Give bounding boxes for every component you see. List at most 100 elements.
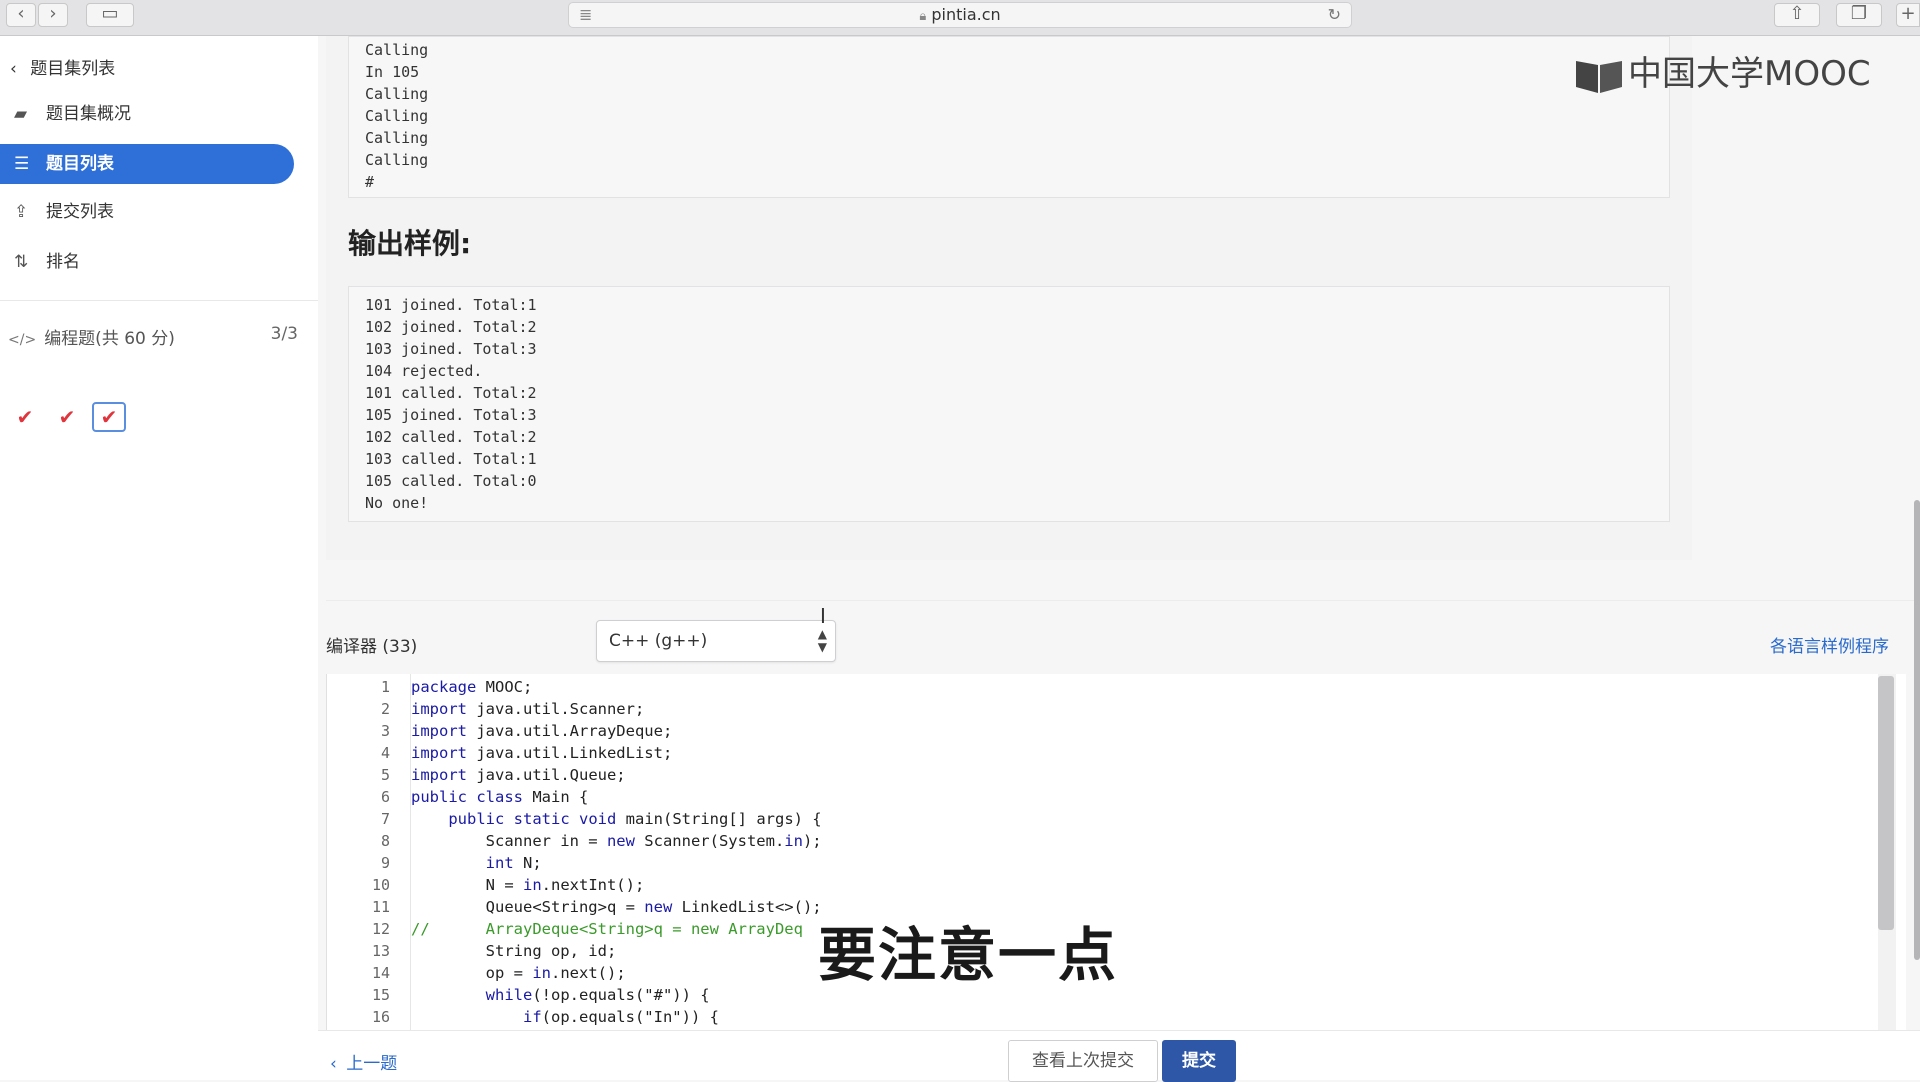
address-bar[interactable]: ≣ 🔒︎ pintia.cn ↻ <box>568 2 1352 28</box>
rank-icon: ⇅ <box>14 252 29 272</box>
submit-button[interactable]: 提交 <box>1162 1040 1236 1082</box>
line-number: 15 <box>371 986 390 1004</box>
section-header-programming[interactable]: </> 编程题(共 60 分) 3/3 <box>8 324 298 349</box>
code-line: int N; <box>485 854 542 872</box>
line-number: 14 <box>371 964 390 982</box>
sidebar-item-label: 提交列表 <box>46 202 114 222</box>
video-subtitle: 要注意一点 <box>817 920 1119 990</box>
code-line: // ArrayDeque<String>q = new ArrayDeq <box>411 920 803 938</box>
problem-3-check-icon[interactable]: ✔ <box>92 402 126 432</box>
line-number: 7 <box>380 810 390 828</box>
output-sample-line: 102 called. Total:2 <box>365 428 537 446</box>
output-sample-line: 103 called. Total:1 <box>365 450 537 468</box>
output-sample-line: 105 called. Total:0 <box>365 472 537 490</box>
code-line: package MOOC; <box>411 678 533 696</box>
line-number: 11 <box>371 898 390 916</box>
line-number: 12 <box>371 920 390 938</box>
lock-icon: 🔒︎ <box>919 9 927 24</box>
compiler-select[interactable]: C++ (g++) ▲ ▼ <box>596 620 836 662</box>
back-icon[interactable]: ‹ <box>6 3 36 27</box>
sidebar-item-problem-list[interactable]: ☰ 题目列表 <box>0 144 294 184</box>
reader-icon[interactable]: ≣ <box>579 3 592 27</box>
output-sample-line: 101 joined. Total:1 <box>365 296 537 314</box>
problem-2-check-icon[interactable]: ✔ <box>50 402 84 432</box>
browser-toolbar: ‹ › ▭ ≣ 🔒︎ pintia.cn ↻ ⇧ ❐ + <box>0 0 1920 36</box>
code-line: Queue<String>q = new LinkedList<>(); <box>411 898 822 916</box>
output-sample-line: 104 rejected. <box>365 362 483 380</box>
input-sample-line: Calling <box>365 85 429 103</box>
code-line: if(op.equals("In")) { <box>522 1008 719 1026</box>
book-icon: ▰ <box>14 104 28 124</box>
output-sample-line: No one! <box>365 494 429 512</box>
input-sample-line: Calling <box>365 129 429 147</box>
sidebar-item-label: 题目列表 <box>46 154 114 174</box>
problem-1-check-icon[interactable]: ✔ <box>8 402 42 432</box>
line-number: 2 <box>380 700 390 718</box>
input-sample-line: Calling <box>365 151 429 169</box>
section-title: 编程题(共 60 分) <box>44 329 175 349</box>
sidebar-item-overview[interactable]: ▰ 题目集概况 <box>0 94 294 134</box>
prev-label: 上一题 <box>346 1054 398 1074</box>
line-number: 9 <box>380 854 390 872</box>
line-number: 6 <box>380 788 390 806</box>
input-sample-line: Calling <box>365 107 429 125</box>
mooc-book-icon <box>1576 60 1622 93</box>
forward-icon[interactable]: › <box>38 3 68 27</box>
code-line: N = in.nextInt(); <box>411 876 645 894</box>
output-sample-line: 105 joined. Total:3 <box>365 406 537 424</box>
back-link-label: 题目集列表 <box>30 59 116 79</box>
code-line: import java.util.ArrayDeque; <box>411 722 673 740</box>
code-line: public class Main { <box>411 788 589 806</box>
sidebar-divider <box>0 300 318 301</box>
section-progress: 3/3 <box>270 324 298 344</box>
code-line: while(!op.equals("#")) { <box>485 986 710 1004</box>
back-to-set-list[interactable]: ‹ 题目集列表 <box>10 54 115 79</box>
code-line: Scanner in = new Scanner(System.in); <box>411 832 822 850</box>
line-number: 13 <box>371 942 390 960</box>
code-line: String op, id; <box>411 942 617 960</box>
output-sample-block: 101 joined. Total:1 102 joined. Total:2 10… <box>348 286 1670 522</box>
mooc-logo: 中国大学MOOC <box>1574 46 1871 95</box>
input-sample-line: In 105 <box>365 63 420 81</box>
output-sample-line: 103 joined. Total:3 <box>365 340 537 358</box>
line-number: 16 <box>371 1008 390 1026</box>
code-line: public static void main(String[] args) { <box>448 810 822 828</box>
view-last-submission-button[interactable]: 查看上次提交 <box>1008 1040 1158 1082</box>
line-number-gutter: 1 2 3 4 5 6 7 8 9 10 11 12 13 14 15 16 <box>327 674 411 1030</box>
sidebar-item-ranking[interactable]: ⇅ 排名 <box>0 242 294 282</box>
input-sample-block: Calling In 105 Calling Calling Calling Callin… <box>348 36 1670 198</box>
line-number: 1 <box>380 678 390 696</box>
list-icon: ☰ <box>14 154 30 174</box>
new-tab-icon[interactable]: + <box>1896 3 1920 27</box>
section-divider <box>326 600 1920 601</box>
sidebar-toggle-icon[interactable]: ▭ <box>86 3 134 27</box>
input-sample-line: Calling <box>365 41 429 59</box>
tabs-icon[interactable]: ❐ <box>1836 3 1882 27</box>
previous-problem-link[interactable]: ‹ 上一题 <box>330 1049 397 1074</box>
code-line: import java.util.LinkedList; <box>411 744 673 762</box>
chevron-left-icon: ‹ <box>10 59 17 79</box>
upload-icon: ⇪ <box>14 202 29 222</box>
page-scrollbar[interactable] <box>1914 500 1920 960</box>
output-sample-heading: 输出样例: <box>348 227 472 260</box>
compiler-selected-value: C++ (g++) <box>609 631 708 651</box>
line-number: 10 <box>371 876 390 894</box>
code-line: import java.util.Queue; <box>411 766 626 784</box>
reload-icon[interactable]: ↻ <box>1328 3 1341 27</box>
code-icon: </> <box>8 332 37 348</box>
editor-scroll-thumb[interactable] <box>1878 676 1894 930</box>
line-number: 8 <box>380 832 390 850</box>
url-text: pintia.cn <box>931 5 1001 24</box>
sidebar: ‹ 题目集列表 ▰ 题目集概况 ☰ 题目列表 ⇪ 提交列表 ⇅ 排名 </> 编程题(共 … <box>0 36 318 1080</box>
share-icon[interactable]: ⇧ <box>1774 3 1820 27</box>
output-sample-line: 101 called. Total:2 <box>365 384 537 402</box>
input-sample-line: # <box>365 173 375 191</box>
output-sample-line: 102 joined. Total:2 <box>365 318 537 336</box>
sidebar-item-label: 题目集概况 <box>46 104 131 124</box>
line-number: 5 <box>380 766 390 784</box>
code-line: import java.util.Scanner; <box>411 700 645 718</box>
text-cursor-icon: I <box>820 604 826 628</box>
line-number: 3 <box>380 722 390 740</box>
sidebar-item-submissions[interactable]: ⇪ 提交列表 <box>0 192 294 232</box>
language-examples-link[interactable]: 各语言样例程序 <box>1770 632 1889 657</box>
